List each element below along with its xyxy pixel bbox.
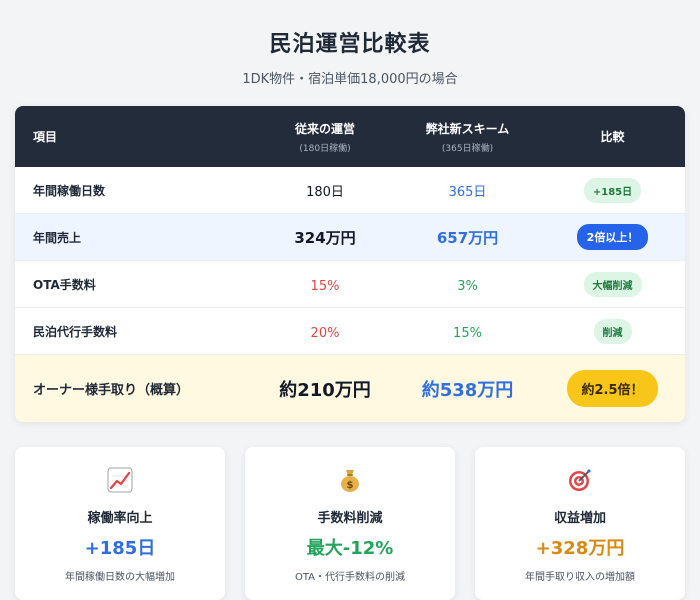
card-value: +185日 <box>84 538 156 559</box>
card-description: 年間稼働日数の大幅増加 <box>65 572 175 583</box>
table-row: 年間稼働日数 180日 365日 +185日 <box>15 167 685 214</box>
row-item-label: 年間稼働日数 <box>33 183 106 198</box>
new-value: 3% <box>457 278 478 294</box>
row-item-label: オーナー様手取り（概算） <box>33 383 190 398</box>
new-value: 365日 <box>448 184 487 200</box>
column-header-traditional-label: 従来の運営 <box>294 121 355 136</box>
column-header-traditional: 従来の運営 (180日稼働) <box>255 120 395 154</box>
target-icon <box>567 467 593 493</box>
table-row-highlight: オーナー様手取り（概算） 約210万円 約538万円 約2.5倍！ <box>15 355 685 422</box>
money-bag-icon: $ <box>337 467 363 493</box>
card-description: OTA・代行手数料の削減 <box>294 572 406 583</box>
new-value: 15% <box>453 325 482 341</box>
table-header-row: 項目 従来の運営 (180日稼働) 弊社新スキーム (365日稼働) 比較 <box>15 106 685 167</box>
traditional-value: 約210万円 <box>279 379 371 401</box>
card-label: 収益増加 <box>553 511 606 526</box>
row-item-label: 年間売上 <box>33 230 82 245</box>
summary-cards: 稼働率向上 +185日 年間稼働日数の大幅増加 $ 手数料削減 最大-12% O… <box>15 447 685 600</box>
compare-badge: 大幅削減 <box>583 271 642 297</box>
comparison-table: 項目 従来の運営 (180日稼働) 弊社新スキーム (365日稼働) 比較 年間… <box>15 106 685 422</box>
column-header-new-label: 弊社新スキーム <box>425 121 510 136</box>
table-row: 民泊代行手数料 20% 15% 削減 <box>15 308 685 355</box>
chart-up-icon <box>107 467 133 493</box>
new-value: 657万円 <box>436 228 499 247</box>
page-header: 民泊運営比較表 1DK物件・宿泊単価18,000円の場合 <box>0 0 700 87</box>
page-title: 民泊運営比較表 <box>269 32 431 57</box>
row-item-label: 民泊代行手数料 <box>33 324 118 339</box>
traditional-value: 20% <box>310 325 340 341</box>
page-subtitle: 1DK物件・宿泊単価18,000円の場合 <box>242 72 458 87</box>
column-header-new: 弊社新スキーム (365日稼働) <box>395 120 540 154</box>
table-row: 年間売上 324万円 657万円 2倍以上！ <box>15 214 685 261</box>
summary-card-fees: $ 手数料削減 最大-12% OTA・代行手数料の削減 <box>245 447 455 600</box>
card-description: 年間手取り収入の増加額 <box>525 572 635 583</box>
column-header-traditional-sub: (180日稼働) <box>299 143 351 154</box>
traditional-value: 324万円 <box>294 228 356 247</box>
table-row: OTA手数料 15% 3% 大幅削減 <box>15 261 685 308</box>
column-header-compare-label: 比較 <box>600 130 625 144</box>
compare-badge: 約2.5倍！ <box>567 370 658 407</box>
column-header-new-sub: (365日稼働) <box>441 143 494 154</box>
card-value: +328万円 <box>535 538 625 559</box>
svg-text:$: $ <box>347 480 354 491</box>
summary-card-revenue: 収益増加 +328万円 年間手取り収入の増加額 <box>475 447 685 600</box>
column-header-compare: 比較 <box>540 128 685 145</box>
traditional-value: 180日 <box>306 184 344 200</box>
compare-badge: 削減 <box>593 318 632 344</box>
card-label: 手数料削減 <box>317 511 383 526</box>
summary-card-occupancy: 稼働率向上 +185日 年間稼働日数の大幅増加 <box>15 447 225 600</box>
row-item-label: OTA手数料 <box>33 277 96 292</box>
compare-badge: +185日 <box>583 177 642 203</box>
card-value: 最大-12% <box>306 538 394 559</box>
compare-badge: 2倍以上！ <box>576 224 649 250</box>
traditional-value: 15% <box>310 278 340 294</box>
new-value: 約538万円 <box>421 379 514 401</box>
column-header-item: 項目 <box>33 130 58 144</box>
card-label: 稼働率向上 <box>87 511 153 526</box>
